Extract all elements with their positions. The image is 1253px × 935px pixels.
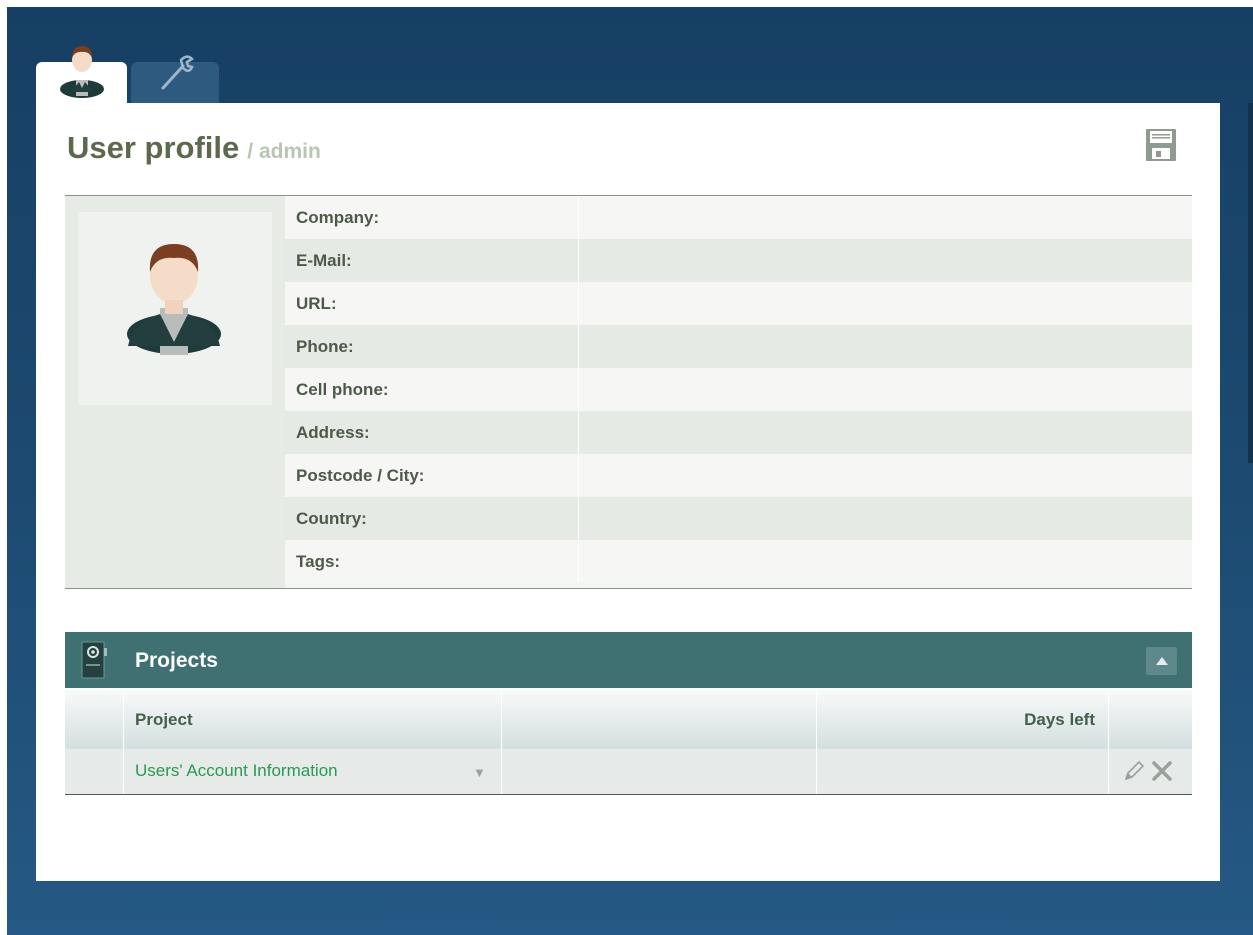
profile-fields: Company: E-Mail: URL: Phone: Cell phone:… — [285, 196, 1192, 583]
field-row-postcode-city: Postcode / City: — [285, 454, 1192, 497]
field-label: URL: — [285, 282, 579, 325]
pencil-icon[interactable] — [1122, 759, 1146, 783]
row-cell-project: Users' Account Information ▼ — [124, 749, 502, 794]
projects-table: Project Days left Users' Account Informa… — [65, 688, 1192, 795]
field-row-address: Address: — [285, 411, 1192, 454]
table-row: Users' Account Information ▼ — [65, 749, 1192, 794]
field-value — [579, 411, 1192, 454]
field-label: Cell phone: — [285, 368, 579, 411]
header-cell-project[interactable]: Project — [124, 690, 502, 749]
field-value — [579, 282, 1192, 325]
user-avatar-icon — [57, 40, 107, 98]
field-label: Tags: — [285, 540, 579, 583]
field-row-cell-phone: Cell phone: — [285, 368, 1192, 411]
avatar — [78, 212, 272, 405]
field-row-phone: Phone: — [285, 325, 1192, 368]
project-binder-icon — [78, 640, 110, 680]
field-row-url: URL: — [285, 282, 1192, 325]
avatar-column — [65, 196, 285, 588]
field-value — [579, 497, 1192, 540]
field-value — [579, 540, 1192, 583]
header-cell — [502, 690, 817, 749]
row-cell — [502, 749, 817, 794]
field-value — [579, 196, 1192, 239]
field-value — [579, 325, 1192, 368]
row-actions — [1109, 749, 1192, 794]
user-avatar-icon — [127, 244, 221, 355]
field-row-company: Company: — [285, 196, 1192, 239]
column-header-project: Project — [135, 710, 193, 729]
projects-table-header: Project Days left — [65, 688, 1192, 749]
column-header-days-left: Days left — [1024, 710, 1095, 729]
field-row-country: Country: — [285, 497, 1192, 540]
projects-title: Projects — [135, 649, 218, 672]
row-cell-days-left — [817, 749, 1109, 794]
tab-settings[interactable] — [131, 55, 219, 103]
field-label: Address: — [285, 411, 579, 454]
scrollbar[interactable] — [1248, 103, 1253, 463]
floppy-disk-icon — [1146, 129, 1176, 161]
profile-details: Company: E-Mail: URL: Phone: Cell phone:… — [65, 195, 1192, 589]
page-title: User profile / admin — [67, 130, 321, 170]
field-row-tags: Tags: — [285, 540, 1192, 583]
tab-user-profile[interactable] — [36, 46, 127, 103]
chevron-up-icon — [1155, 657, 1168, 665]
projects-header: Projects — [65, 632, 1192, 688]
save-button[interactable] — [1145, 128, 1177, 162]
field-label: E-Mail: — [285, 239, 579, 282]
row-cell — [65, 749, 124, 794]
header-cell — [1109, 690, 1192, 749]
header-cell — [65, 690, 124, 749]
chevron-down-icon[interactable]: ▼ — [473, 765, 486, 780]
field-label: Phone: — [285, 325, 579, 368]
field-row-email: E-Mail: — [285, 239, 1192, 282]
field-label: Postcode / City: — [285, 454, 579, 497]
close-icon[interactable] — [1150, 759, 1174, 783]
field-value — [579, 239, 1192, 282]
collapse-button[interactable] — [1146, 647, 1177, 675]
field-label: Country: — [285, 497, 579, 540]
field-value — [579, 454, 1192, 497]
field-label: Company: — [285, 196, 579, 239]
field-value — [579, 368, 1192, 411]
wrench-icon — [157, 50, 197, 96]
header-cell-days-left[interactable]: Days left — [817, 690, 1109, 749]
page-subtitle: / admin — [247, 140, 321, 163]
project-link[interactable]: Users' Account Information — [135, 761, 338, 781]
page-title-text: User profile — [67, 130, 240, 165]
